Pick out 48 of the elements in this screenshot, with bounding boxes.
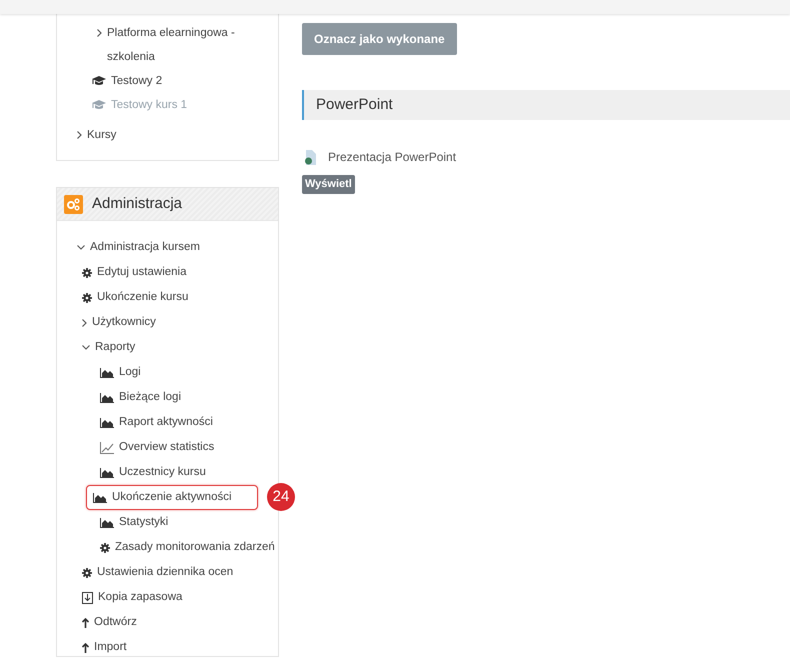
tree-item[interactable]: Ukończenie kursu xyxy=(82,288,188,306)
tree-item[interactable]: Raport aktywności xyxy=(100,414,213,432)
area-chart-icon xyxy=(93,492,107,502)
tree-item[interactable]: Zasady monitorowania zdarzeń xyxy=(100,538,275,556)
area-chart-icon xyxy=(100,518,114,528)
area-chart-icon xyxy=(100,392,114,402)
tree-item[interactable]: Odtwórz xyxy=(82,614,137,632)
tree-item[interactable]: Edytuj ustawienia xyxy=(82,264,186,282)
tree-item[interactable]: Kopia zapasowa xyxy=(82,588,182,606)
cogs-icon xyxy=(64,194,83,214)
step-number-badge: 24 xyxy=(267,483,295,511)
tree-item[interactable]: Statystyki xyxy=(100,514,168,532)
tree-item[interactable]: Overview statistics xyxy=(100,438,214,456)
tree-item[interactable]: Raporty xyxy=(82,338,136,356)
upload-arrow-icon xyxy=(82,618,89,628)
document-download-icon xyxy=(82,592,93,604)
tree-item[interactable]: Kursy xyxy=(77,123,116,147)
tree-item[interactable]: Administracja kursem xyxy=(77,238,200,256)
file-icon xyxy=(304,150,317,164)
area-chart-icon xyxy=(100,418,114,428)
chevron-down-icon xyxy=(82,345,90,350)
line-chart-icon xyxy=(100,442,114,454)
tree-item[interactable]: Uczestnicy kursu xyxy=(100,464,206,482)
view-badge[interactable]: Wyświetl xyxy=(302,175,355,194)
resource-link[interactable]: Prezentacja PowerPoint xyxy=(328,148,456,166)
tree-item[interactable]: Testowy 2 xyxy=(92,69,162,93)
tree-item[interactable]: Platforma elearningowa - szkolenia xyxy=(97,21,238,69)
tree-item[interactable]: Użytkownicy xyxy=(82,314,156,332)
tree-item[interactable]: Ustawienia dziennika ocen xyxy=(82,564,234,582)
area-chart-icon xyxy=(100,468,114,478)
gear-icon xyxy=(100,542,110,552)
graduation-cap-icon xyxy=(92,100,106,110)
chevron-down-icon xyxy=(77,245,85,250)
tree-item[interactable]: Import xyxy=(82,638,127,656)
chevron-right-icon xyxy=(77,131,82,139)
gear-icon xyxy=(82,268,92,278)
gear-icon xyxy=(82,568,92,578)
graduation-cap-icon xyxy=(92,76,106,86)
panel-title: Administracja xyxy=(92,194,182,214)
tree-item[interactable]: Logi xyxy=(100,364,141,382)
chevron-right-icon xyxy=(82,318,87,326)
tree-item[interactable]: Bieżące logi xyxy=(100,388,182,406)
gear-icon xyxy=(82,292,92,302)
chevron-right-icon xyxy=(97,29,102,37)
section-title: PowerPoint xyxy=(316,94,393,115)
area-chart-icon xyxy=(100,368,114,378)
upload-arrow-icon xyxy=(82,642,89,652)
tree-item[interactable]: Ukończenie aktywności xyxy=(86,484,258,510)
